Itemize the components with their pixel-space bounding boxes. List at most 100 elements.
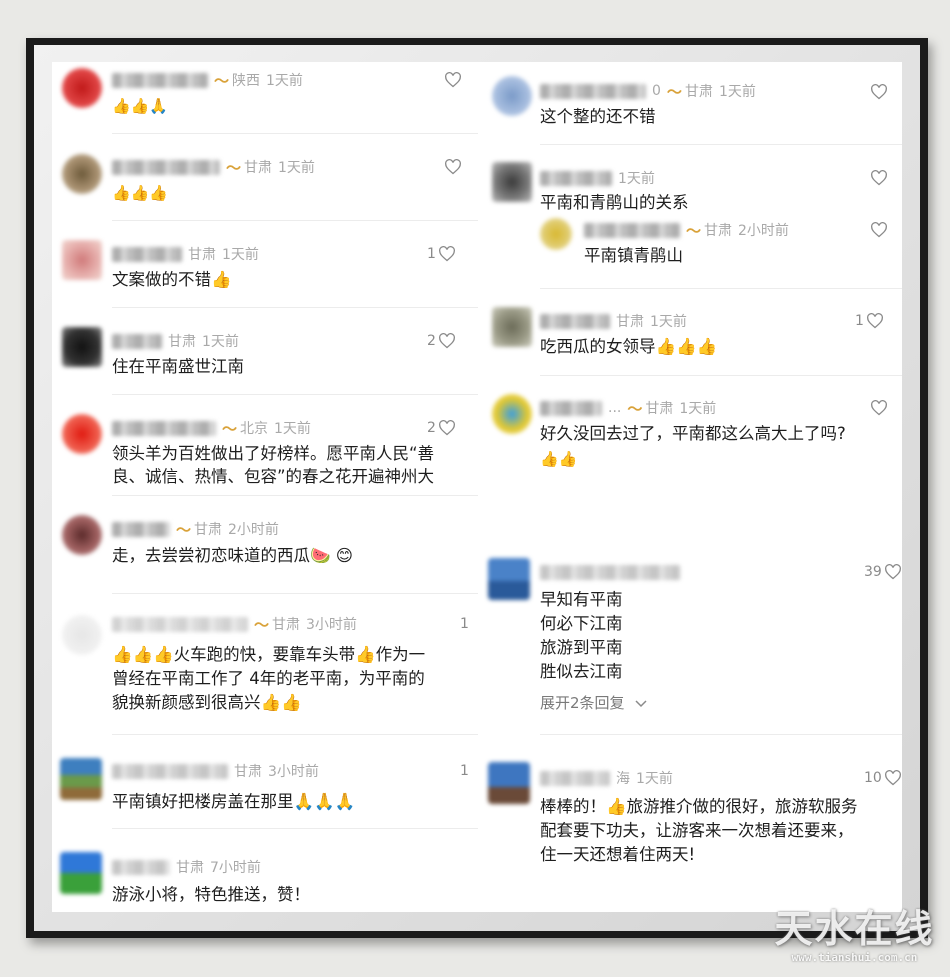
comment-text-line: 早知有平南 [540, 590, 623, 609]
blurred-username [540, 564, 680, 580]
comment-time: 1天前 [274, 421, 311, 437]
vip-badge-icon: 〜 [226, 158, 241, 177]
comment-location: 甘肃 [616, 314, 644, 330]
comment-time: 1天前 [636, 771, 673, 787]
comment-meta: 〜 甘肃 2小时前 [112, 519, 279, 539]
comment-text-line: 👍👍 [540, 450, 578, 468]
like-count: 1 [855, 313, 864, 329]
comment-meta: 甘肃 1天前 [112, 331, 239, 351]
comment-screen: 〜 陕西 1天前 👍👍🙏 〜 甘肃 1天前 👍👍👍 甘肃 1天前 文案做的不错👍… [52, 62, 902, 912]
like-count: 10 [864, 770, 882, 786]
avatar[interactable] [62, 515, 102, 555]
like-count: 1 [460, 763, 469, 779]
comment-text: 走，去尝尝初恋味道的西瓜🍉 😊 [112, 546, 353, 565]
divider [112, 495, 478, 496]
like-button[interactable]: 1 [855, 313, 884, 329]
comment-location: 陕西 [232, 73, 261, 89]
avatar[interactable] [488, 762, 530, 804]
comment-location: 甘肃 [194, 522, 223, 538]
comment-text-line: 领头羊为百姓做出了好榜样。愿平南人民“善 [112, 444, 435, 463]
blurred-username [112, 763, 228, 779]
avatar[interactable] [60, 758, 102, 800]
comment-location: 甘肃 [188, 247, 216, 263]
comment-text-line: 👍👍👍火车跑的快，要靠车头带👍作为一 [112, 645, 426, 664]
avatar[interactable] [60, 852, 102, 894]
avatar[interactable] [492, 394, 532, 434]
avatar[interactable] [62, 240, 102, 280]
like-button[interactable]: 1 [460, 763, 469, 779]
like-button[interactable] [870, 84, 888, 100]
like-button[interactable]: 2 [427, 420, 456, 436]
comment-text: 游泳小将，特色推送，赞！ [112, 885, 310, 904]
chevron-down-icon [635, 700, 647, 708]
divider [112, 828, 478, 829]
divider [112, 394, 478, 395]
heart-outline-icon [866, 313, 883, 329]
comment-meta: 甘肃 3小时前 [112, 761, 319, 781]
avatar[interactable] [492, 307, 532, 347]
blurred-username [584, 222, 680, 238]
comment-location: 海 [616, 771, 630, 787]
comment-text-line: 配套要下功夫，让游客来一次想着还要来， [540, 821, 854, 840]
avatar[interactable] [62, 615, 102, 655]
comment-text: 这个整的还不错 [540, 107, 656, 126]
comment-location: 甘肃 [176, 860, 204, 876]
comment-location: 北京 [240, 421, 269, 437]
like-count: 39 [864, 564, 882, 580]
comment-time: 3小时前 [268, 764, 319, 780]
like-button[interactable]: 2 [427, 333, 456, 349]
comment-meta: 1天前 [540, 168, 655, 188]
like-button[interactable] [870, 170, 888, 186]
comment-location: 甘肃 [684, 84, 713, 100]
divider [112, 734, 478, 735]
avatar[interactable] [492, 76, 532, 116]
avatar[interactable] [62, 154, 102, 194]
avatar[interactable] [62, 414, 102, 454]
blurred-username [112, 159, 220, 175]
comment-text-line: 好久没回去过了，平南都这么高大上了吗? [540, 424, 846, 443]
heart-outline-icon [445, 159, 461, 175]
like-button[interactable]: 1 [460, 616, 469, 632]
heart-outline-icon [445, 72, 461, 88]
like-count: 2 [427, 333, 436, 349]
comment-meta [540, 562, 686, 582]
comment-text: 住在平南盛世江南 [112, 357, 244, 376]
heart-outline-icon [871, 84, 887, 100]
avatar[interactable] [492, 162, 532, 202]
comment-meta: 〜 陕西 1天前 [112, 70, 303, 90]
vip-badge-icon: 〜 [686, 221, 701, 240]
comment-time: 1天前 [222, 247, 259, 263]
heart-outline-icon [884, 564, 901, 580]
heart-outline-icon [438, 246, 455, 262]
vip-badge-icon: 〜 [214, 71, 229, 90]
divider [540, 375, 902, 376]
comment-location: 甘肃 [168, 334, 196, 350]
comment-time: 3小时前 [306, 617, 357, 633]
blurred-username [112, 859, 170, 875]
comment-time: 1天前 [679, 401, 717, 417]
comment-time: 1天前 [650, 314, 687, 330]
heart-outline-icon [871, 400, 887, 416]
expand-replies-button[interactable]: 展开2条回复 [540, 692, 647, 713]
divider [540, 288, 902, 289]
avatar[interactable] [62, 68, 102, 108]
vip-badge-icon: 〜 [254, 615, 269, 634]
comment-meta: 甘肃 1天前 [540, 311, 687, 331]
like-button[interactable] [442, 159, 462, 175]
like-button[interactable] [870, 400, 888, 416]
like-button[interactable]: 39 [864, 564, 902, 580]
like-button[interactable] [870, 222, 888, 238]
avatar[interactable] [488, 558, 530, 600]
avatar[interactable] [540, 218, 572, 250]
like-button[interactable] [442, 72, 462, 88]
blurred-username [540, 313, 610, 329]
watermark-url: www.tianshui.com.cn [791, 951, 918, 964]
divider [540, 734, 902, 735]
avatar[interactable] [62, 327, 102, 367]
expand-replies-label: 展开2条回复 [540, 694, 625, 712]
comment-text: 平南镇青鹃山 [584, 246, 683, 265]
blurred-username [540, 400, 602, 416]
like-button[interactable]: 1 [427, 246, 456, 262]
blurred-username [112, 246, 182, 262]
like-button[interactable]: 10 [864, 770, 902, 786]
